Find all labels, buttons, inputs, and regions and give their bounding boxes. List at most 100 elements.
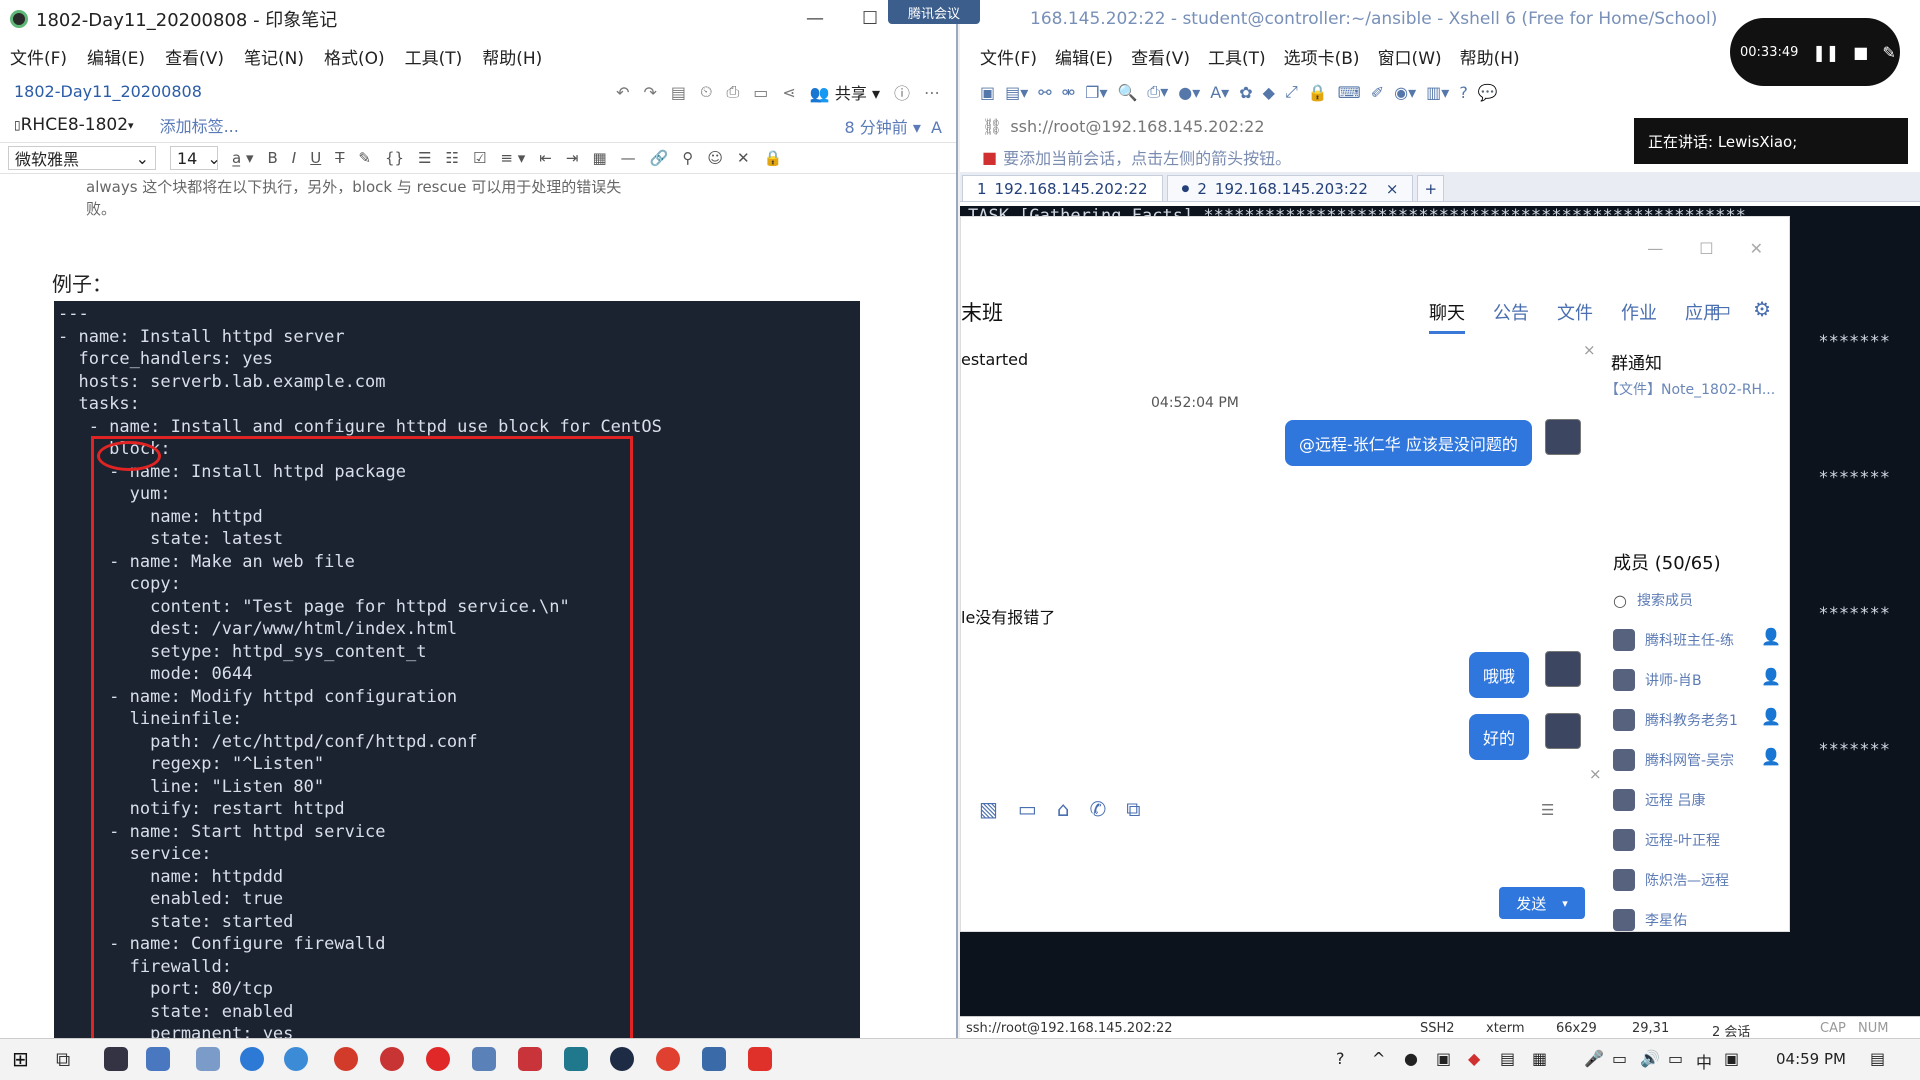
bold-icon[interactable]: B bbox=[268, 149, 278, 167]
close-icon[interactable]: × bbox=[1589, 765, 1602, 783]
font-size-select[interactable]: 14 ⌄ bbox=[170, 146, 221, 170]
numbered-list-icon[interactable]: ☷ bbox=[446, 149, 459, 167]
presentation-icon[interactable]: ▤ bbox=[671, 83, 686, 102]
close-icon[interactable]: × bbox=[1583, 341, 1596, 359]
tray-app-icon[interactable]: ▣ bbox=[1436, 1049, 1451, 1068]
undo-icon[interactable]: ↶ bbox=[616, 83, 629, 102]
text-color-icon[interactable]: a̲ ▾ bbox=[232, 149, 254, 167]
ime-icon[interactable]: 中 bbox=[1696, 1049, 1712, 1073]
find-icon[interactable]: 🔍 bbox=[1117, 83, 1137, 102]
tab-homework[interactable]: 作业 bbox=[1621, 299, 1657, 334]
app-icon[interactable] bbox=[426, 1047, 450, 1071]
note-body[interactable]: always 这个块都将在以下执行，另外，block 与 rescue 可以用于… bbox=[0, 176, 956, 1038]
lock-icon[interactable]: 🔒 bbox=[764, 149, 783, 167]
layout-icon[interactable]: ▥▾ bbox=[1426, 83, 1449, 102]
connect-icon[interactable]: ⚯ bbox=[1038, 83, 1051, 102]
more-icon[interactable]: ⋯ bbox=[924, 83, 940, 102]
xs-menu-window[interactable]: 窗口(W) bbox=[1378, 44, 1442, 69]
font-family-select[interactable]: 微软雅黑 ⌄ bbox=[8, 146, 156, 170]
xagent-icon[interactable]: ◆ bbox=[1263, 83, 1275, 102]
redo-icon[interactable]: ↷ bbox=[643, 83, 656, 102]
member-item[interactable]: 远程-叶正程 bbox=[1613, 827, 1720, 853]
app-icon[interactable] bbox=[748, 1047, 772, 1071]
share-link-icon[interactable]: ⋖ bbox=[782, 83, 795, 102]
lock-icon[interactable]: 🔒 bbox=[1308, 83, 1328, 102]
file-explorer-icon[interactable] bbox=[146, 1047, 170, 1071]
highlight-icon[interactable]: ✎ bbox=[358, 149, 371, 167]
emoji-icon[interactable]: ☺ bbox=[707, 149, 723, 167]
new-tab-button[interactable]: + bbox=[1417, 175, 1445, 201]
chevron-down-icon[interactable]: ▾ bbox=[1562, 897, 1568, 910]
member-item[interactable]: 远程 吕康 bbox=[1613, 787, 1705, 813]
xs-menu-tabs[interactable]: 选项卡(B) bbox=[1284, 44, 1360, 69]
member-item[interactable]: 腾科教务老务1 bbox=[1613, 707, 1738, 733]
xftp-icon[interactable]: ✿ bbox=[1239, 83, 1252, 102]
tray-app-icon[interactable]: ◆ bbox=[1468, 1049, 1480, 1068]
open-icon[interactable]: ▤▾ bbox=[1005, 83, 1028, 102]
code-icon[interactable]: {} bbox=[385, 149, 404, 167]
close-icon[interactable]: × bbox=[1386, 180, 1399, 198]
outdent-icon[interactable]: ⇤ bbox=[539, 149, 552, 167]
underline-icon[interactable]: U bbox=[310, 149, 321, 167]
session-tab-2[interactable]: ● 2 192.168.145.203:22 × bbox=[1166, 175, 1414, 201]
reminder-icon[interactable]: ⏲ bbox=[700, 82, 712, 102]
font-icon[interactable]: A▾ bbox=[1210, 83, 1229, 102]
menu-note[interactable]: 笔记(N) bbox=[244, 44, 304, 69]
info-icon[interactable]: ⓘ bbox=[894, 80, 910, 104]
session-tab-1[interactable]: 1 192.168.145.202:22 bbox=[962, 175, 1163, 201]
clock[interactable]: 04:59 PM bbox=[1776, 1050, 1846, 1068]
print-icon[interactable]: ⎙▾ bbox=[1147, 82, 1168, 102]
browser-icon[interactable] bbox=[284, 1047, 308, 1071]
menu-edit[interactable]: 编辑(E) bbox=[87, 44, 145, 69]
avatar[interactable] bbox=[1545, 651, 1581, 687]
meeting-tag[interactable]: 腾讯会议 bbox=[888, 0, 980, 24]
app-icon[interactable] bbox=[472, 1047, 496, 1071]
app-icon[interactable] bbox=[656, 1047, 680, 1071]
tray-app-icon[interactable]: ● bbox=[1404, 1049, 1418, 1068]
add-tag-field[interactable]: 添加标签... bbox=[160, 113, 239, 137]
group-notice-file[interactable]: 【文件】Note_1802-RH... bbox=[1605, 379, 1775, 399]
avatar[interactable] bbox=[1545, 713, 1581, 749]
group-notice-title[interactable]: 群通知 bbox=[1611, 349, 1662, 374]
bullet-list-icon[interactable]: ☰ bbox=[418, 149, 431, 167]
tab-chat[interactable]: 聊天 bbox=[1429, 299, 1465, 334]
print-icon[interactable]: ⎙ bbox=[726, 82, 739, 102]
italic-icon[interactable]: I bbox=[292, 149, 296, 167]
tray-app-icon[interactable]: ▤ bbox=[1500, 1049, 1515, 1068]
indent-icon[interactable]: ⇥ bbox=[566, 149, 579, 167]
edge-icon[interactable] bbox=[240, 1047, 264, 1071]
help-icon[interactable]: ? bbox=[1459, 83, 1468, 102]
script-icon[interactable]: ✐ bbox=[1371, 83, 1384, 102]
pen-icon[interactable]: ✎ bbox=[1882, 43, 1895, 62]
volume-icon[interactable]: 🔊 bbox=[1640, 1049, 1660, 1068]
app-icon[interactable] bbox=[196, 1047, 220, 1071]
xs-menu-edit[interactable]: 编辑(E) bbox=[1055, 44, 1113, 69]
divider-icon[interactable]: — bbox=[621, 149, 636, 167]
member-item[interactable]: 腾科班主任-练 bbox=[1613, 627, 1734, 653]
app-icon[interactable] bbox=[380, 1047, 404, 1071]
app-icon[interactable] bbox=[564, 1047, 588, 1071]
battery-icon[interactable]: ▭ bbox=[1612, 1049, 1627, 1068]
chevron-up-icon[interactable]: ^ bbox=[1372, 1049, 1385, 1068]
xshell-icon[interactable] bbox=[518, 1047, 542, 1071]
evernote-taskbar-icon[interactable] bbox=[610, 1047, 634, 1071]
history-icon[interactable]: ☰ bbox=[1541, 801, 1554, 819]
fullscreen-icon[interactable]: ⤢ bbox=[1285, 82, 1298, 102]
member-item[interactable]: 陈炽浩—远程 bbox=[1613, 867, 1729, 893]
tray-app-icon[interactable]: ▣ bbox=[1724, 1049, 1739, 1068]
member-item[interactable]: 腾科网管-吴宗 bbox=[1613, 747, 1734, 773]
new-session-icon[interactable]: ▣ bbox=[980, 83, 995, 102]
chat-icon[interactable]: 💬 bbox=[1478, 83, 1498, 102]
menu-help[interactable]: 帮助(H) bbox=[482, 44, 542, 69]
minimize-icon[interactable]: — bbox=[1647, 239, 1663, 258]
menu-tools[interactable]: 工具(T) bbox=[405, 44, 463, 69]
send-button[interactable]: 发送 ▾ bbox=[1499, 887, 1585, 919]
tab-announcement[interactable]: 公告 bbox=[1493, 299, 1529, 334]
app-icon[interactable] bbox=[702, 1047, 726, 1071]
screenshot-icon[interactable]: ⧉ bbox=[1126, 797, 1140, 821]
pause-icon[interactable]: ❚❚ bbox=[1812, 43, 1839, 62]
member-search[interactable]: ○ 搜索成员 bbox=[1613, 587, 1693, 613]
member-item[interactable]: 李星佑 bbox=[1613, 907, 1687, 931]
share-button[interactable]: 👥 共享 ▾ bbox=[810, 80, 880, 104]
menu-format[interactable]: 格式(O) bbox=[324, 44, 385, 69]
